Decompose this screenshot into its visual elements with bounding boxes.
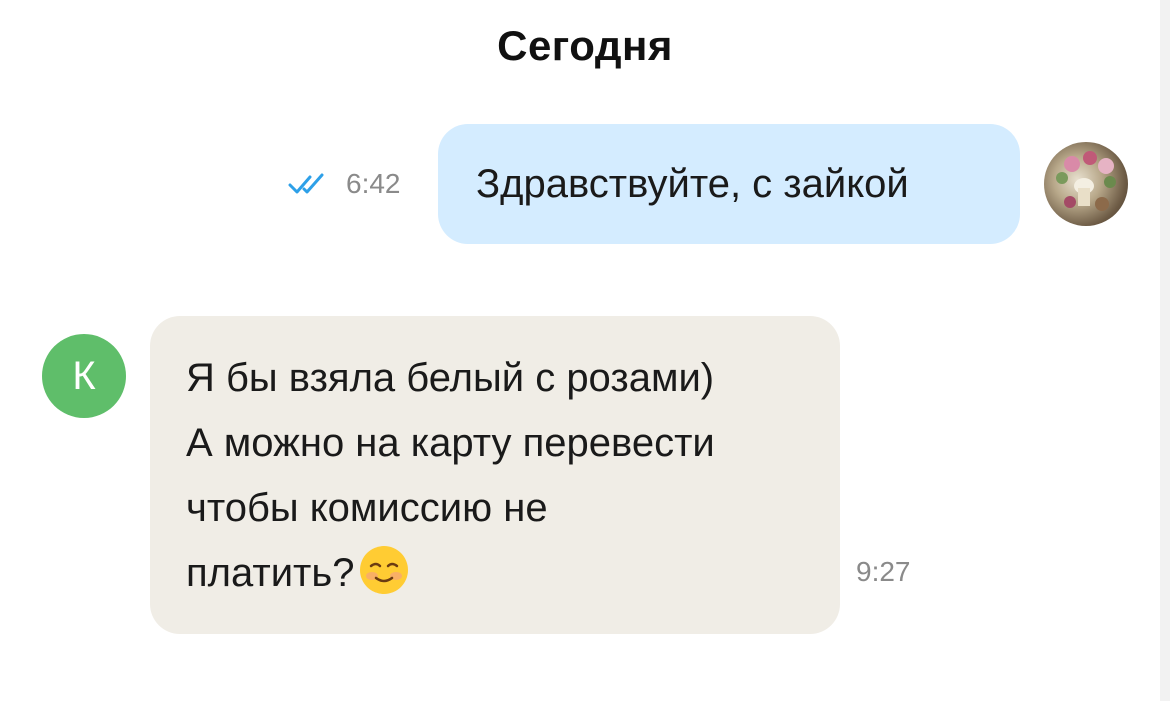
message-line: чтобы комиссию не [186, 486, 548, 530]
message-text: Здравствуйте, с зайкой [476, 161, 909, 206]
smiling-face-emoji-icon [358, 544, 410, 596]
date-header: Сегодня [497, 22, 673, 69]
double-check-icon [288, 171, 332, 197]
message-line-text: платить? [186, 551, 355, 595]
incoming-message-bubble[interactable]: Я бы взяла белый с розами) А можно на ка… [150, 316, 840, 634]
message-line: А можно на карту перевести [186, 421, 715, 465]
message-time: 6:42 [346, 168, 401, 199]
avatar[interactable]: К [42, 334, 126, 418]
outgoing-message-row: 6:42 Здравствуйте, с зайкой [0, 124, 1170, 244]
message-meta: 6:42 [288, 164, 401, 204]
avatar[interactable] [1044, 142, 1128, 226]
message-time: 9:27 [856, 556, 911, 587]
chat-view: Сегодня 6:42 Здравствуйте, с зайкой К Я … [0, 0, 1170, 701]
message-line-last: платить? [186, 541, 804, 606]
incoming-message-row: К Я бы взяла белый с розами) А можно на … [0, 316, 1170, 634]
message-line: Я бы взяла белый с розами) [186, 356, 715, 400]
outgoing-message-bubble[interactable]: Здравствуйте, с зайкой [438, 124, 1020, 244]
